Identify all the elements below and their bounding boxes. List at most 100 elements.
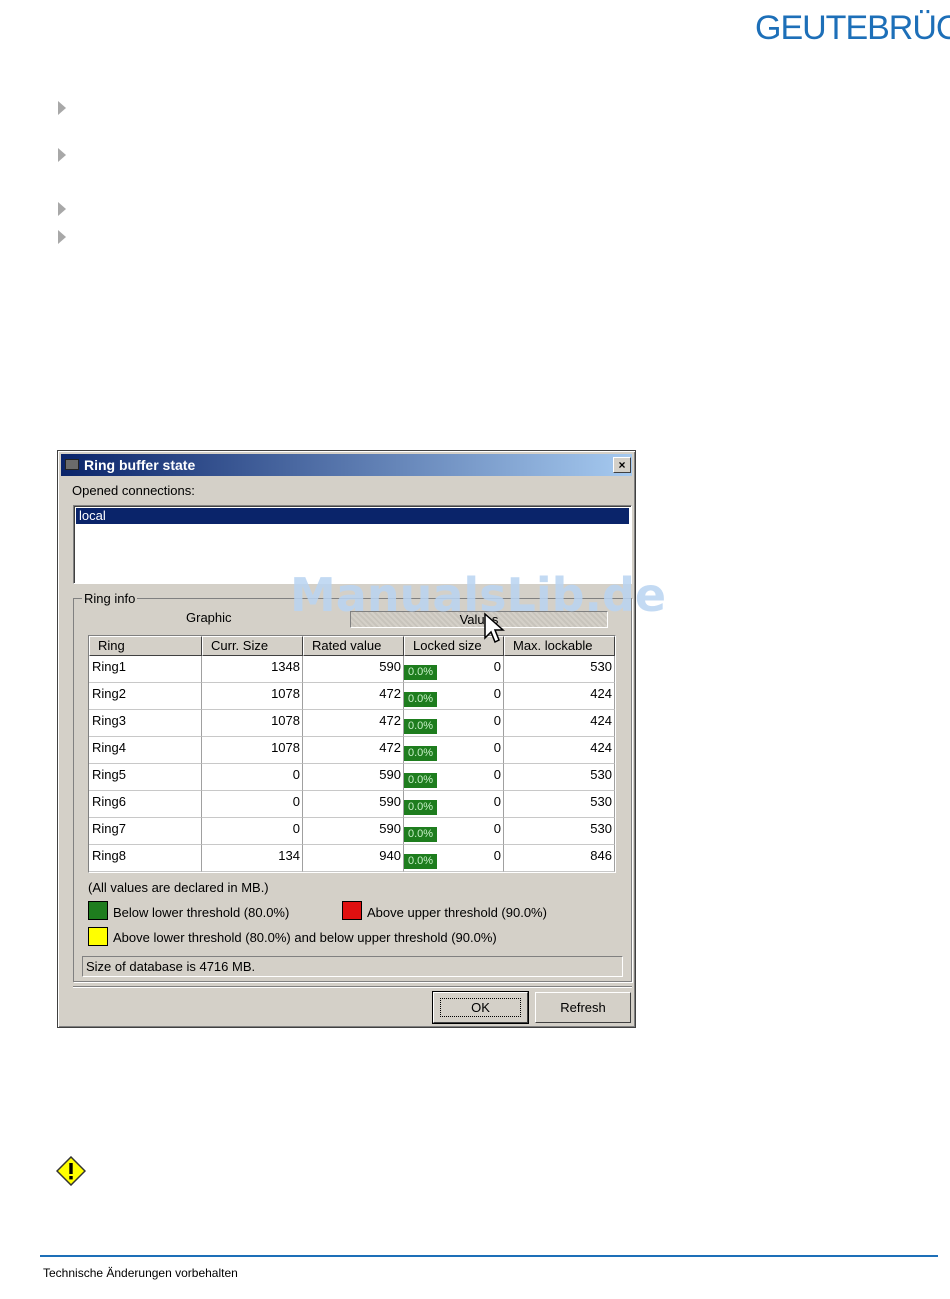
locked-percent-bar: 0.0% — [404, 665, 437, 680]
table-row[interactable]: Ring8 134 940 0 0.0% 846 — [89, 845, 615, 872]
locked-percent-bar: 0.0% — [404, 773, 437, 788]
legend-yellow-swatch — [88, 927, 108, 946]
column-header-max-lockable[interactable]: Max. lockable — [504, 636, 615, 656]
table-row[interactable]: Ring7 0 590 0 0.0% 530 — [89, 818, 615, 845]
ring-name-cell: Ring7 — [89, 818, 202, 845]
table-row[interactable]: Ring5 0 590 0 0.0% 530 — [89, 764, 615, 791]
curr-size-cell-value: 0 — [292, 794, 300, 809]
locked-percent-bar: 0.0% — [404, 854, 437, 869]
group-label: Ring info — [82, 591, 138, 606]
curr-size-cell: 0 — [202, 818, 303, 845]
max-lockable-cell-value: 424 — [590, 686, 612, 701]
camera-icon — [65, 459, 79, 470]
geutebrueck-logo: GEUTEBRÜCK — [755, 8, 950, 48]
ring-name-cell: Ring4 — [89, 737, 202, 764]
column-header-rated-value[interactable]: Rated value — [303, 636, 404, 656]
locked-percent-bar: 0.0% — [404, 719, 437, 734]
table-row[interactable]: Ring2 1078 472 0 0.0% 424 — [89, 683, 615, 710]
dialog-titlebar[interactable]: Ring buffer state × — [61, 454, 632, 476]
curr-size-cell: 1078 — [202, 737, 303, 764]
curr-size-cell: 1078 — [202, 683, 303, 710]
locked-size-cell: 0 0.0% — [404, 710, 504, 737]
locked-size-cell-value: 0 — [493, 767, 501, 782]
locked-size-cell-value: 0 — [493, 659, 501, 674]
max-lockable-cell: 530 — [504, 656, 615, 683]
rated-value-cell-value: 590 — [379, 767, 401, 782]
max-lockable-cell: 530 — [504, 764, 615, 791]
list-item[interactable]: local — [76, 508, 629, 524]
table-row[interactable]: Ring6 0 590 0 0.0% 530 — [89, 791, 615, 818]
rated-value-cell-value: 590 — [379, 821, 401, 836]
database-size-status: Size of database is 4716 MB. — [82, 956, 623, 977]
locked-size-cell: 0 0.0% — [404, 791, 504, 818]
max-lockable-cell-value: 530 — [590, 794, 612, 809]
locked-size-cell-value: 0 — [493, 821, 501, 836]
curr-size-cell: 0 — [202, 791, 303, 818]
ring-buffer-dialog: Ring buffer state × Opened connections: … — [57, 450, 636, 1028]
table-row[interactable]: Ring1 1348 590 0 0.0% 530 — [89, 656, 615, 683]
curr-size-cell: 1078 — [202, 710, 303, 737]
legend-red-swatch — [342, 901, 362, 920]
legend-green-swatch — [88, 901, 108, 920]
locked-size-cell: 0 0.0% — [404, 818, 504, 845]
footer-text: Technische Änderungen vorbehalten — [43, 1266, 238, 1280]
max-lockable-cell-value: 530 — [590, 767, 612, 782]
max-lockable-cell: 424 — [504, 683, 615, 710]
refresh-button-label: Refresh — [560, 1000, 606, 1015]
curr-size-cell-value: 1078 — [271, 713, 300, 728]
locked-size-cell-value: 0 — [493, 686, 501, 701]
logo-text: GEUTEBRÜCK — [755, 9, 950, 47]
locked-size-cell: 0 0.0% — [404, 737, 504, 764]
column-header-curr-size[interactable]: Curr. Size — [202, 636, 303, 656]
curr-size-cell-value: 0 — [292, 767, 300, 782]
ring-name-cell: Ring8 — [89, 845, 202, 872]
locked-percent-bar: 0.0% — [404, 746, 437, 761]
legend-green-label: Below lower threshold (80.0%) — [113, 905, 290, 920]
max-lockable-cell-value: 846 — [590, 848, 612, 863]
max-lockable-cell: 846 — [504, 845, 615, 872]
ring-name-cell: Ring1 — [89, 656, 202, 683]
ring-name-cell: Ring3 — [89, 710, 202, 737]
max-lockable-cell-value: 530 — [590, 659, 612, 674]
locked-size-cell: 0 0.0% — [404, 656, 504, 683]
rated-value-cell-value: 472 — [379, 686, 401, 701]
locked-percent-bar: 0.0% — [404, 692, 437, 707]
bullet-icon — [58, 230, 66, 244]
refresh-button[interactable]: Refresh — [535, 992, 631, 1023]
legend-yellow-label: Above lower threshold (80.0%) and below … — [113, 930, 497, 945]
watermark: ManualsLib.de — [290, 568, 667, 622]
locked-size-cell-value: 0 — [493, 713, 501, 728]
legend-red-label: Above upper threshold (90.0%) — [367, 905, 547, 920]
connections-label: Opened connections: — [72, 483, 195, 498]
curr-size-cell: 0 — [202, 764, 303, 791]
divider — [73, 986, 632, 987]
max-lockable-cell: 530 — [504, 791, 615, 818]
ok-button[interactable]: OK — [432, 991, 529, 1024]
locked-percent-bar: 0.0% — [404, 800, 437, 815]
max-lockable-cell-value: 424 — [590, 713, 612, 728]
ring-name-cell-value: Ring1 — [92, 659, 126, 674]
rated-value-cell: 590 — [303, 656, 404, 683]
close-button[interactable]: × — [613, 457, 631, 473]
warning-icon — [56, 1156, 86, 1186]
max-lockable-cell-value: 424 — [590, 740, 612, 755]
rated-value-cell: 590 — [303, 791, 404, 818]
table-row[interactable]: Ring3 1078 472 0 0.0% 424 — [89, 710, 615, 737]
curr-size-cell-value: 134 — [278, 848, 300, 863]
curr-size-cell: 1348 — [202, 656, 303, 683]
ring-name-cell-value: Ring8 — [92, 848, 126, 863]
locked-size-cell-value: 0 — [493, 740, 501, 755]
column-header-ring[interactable]: Ring — [89, 636, 202, 656]
ring-name-cell-value: Ring6 — [92, 794, 126, 809]
table-row[interactable]: Ring4 1078 472 0 0.0% 424 — [89, 737, 615, 764]
max-lockable-cell: 424 — [504, 710, 615, 737]
rated-value-cell-value: 472 — [379, 713, 401, 728]
curr-size-cell-value: 0 — [292, 821, 300, 836]
rated-value-cell: 472 — [303, 710, 404, 737]
tab-graphic[interactable]: Graphic — [186, 610, 232, 625]
locked-size-cell: 0 0.0% — [404, 764, 504, 791]
rated-value-cell: 590 — [303, 764, 404, 791]
rated-value-cell: 590 — [303, 818, 404, 845]
bullet-icon — [58, 148, 66, 162]
ring-name-cell-value: Ring7 — [92, 821, 126, 836]
